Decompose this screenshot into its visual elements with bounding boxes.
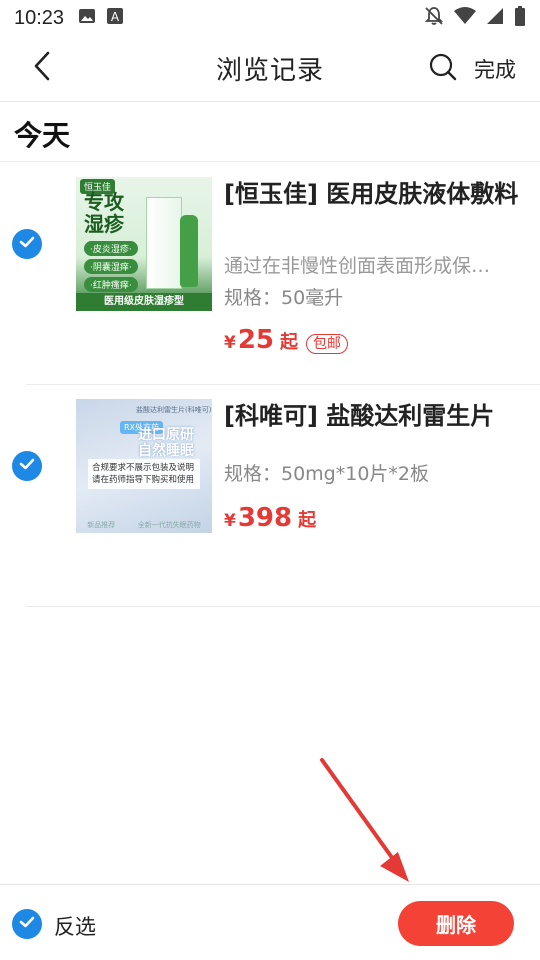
divider — [26, 606, 540, 607]
item-name[interactable]: [科唯可] 盐酸达利雷生片 — [224, 399, 524, 433]
item-spec: 规格：50mg*10片*2板 — [224, 463, 430, 485]
price-suffix: 起 — [298, 510, 317, 531]
price-value: 398 — [237, 503, 293, 533]
list-item[interactable]: 盐酸达利雷生片(科唯可) RX处方药 进口原研 自然睡眠 合规要求不展示包装及说… — [0, 385, 540, 607]
item-description: 通过在非慢性创面表面形成保护层… — [224, 255, 504, 277]
search-button[interactable] — [428, 52, 460, 84]
wifi-icon — [454, 6, 476, 30]
select-invert-checkbox[interactable] — [12, 909, 42, 939]
section-header: 今天 — [0, 102, 540, 162]
item-checkbox[interactable] — [12, 451, 42, 481]
product-thumbnail[interactable]: 盐酸达利雷生片(科唯可) RX处方药 进口原研 自然睡眠 合规要求不展示包装及说… — [76, 399, 212, 533]
delete-button[interactable]: 删除 — [398, 901, 514, 946]
invert-selection-label[interactable]: 反选 — [54, 911, 96, 941]
price-value: 25 — [237, 325, 275, 355]
check-icon — [18, 233, 36, 255]
list-item[interactable]: 恒玉佳 专攻 湿疹 ·皮炎湿疹· ·阴囊湿痒· ·红肿瘙痒· 医用级皮肤湿疹型 … — [0, 163, 540, 385]
price-currency: ¥ — [224, 511, 236, 531]
section-title: 今天 — [14, 119, 71, 152]
free-shipping-badge: 包邮 — [306, 334, 349, 354]
price-suffix: 起 — [280, 332, 299, 353]
search-icon — [428, 53, 458, 86]
status-bar: 10:23 A — [0, 0, 540, 36]
svg-text:A: A — [111, 10, 120, 24]
thumb-top-text: 盐酸达利雷生片(科唯可) — [136, 406, 212, 414]
price-row: ¥ 398 起 — [224, 503, 316, 533]
price-row: ¥ 25 起 包邮 — [224, 325, 349, 355]
product-bottle-image — [180, 215, 198, 287]
thumb-tags: ·皮炎湿疹· ·阴囊湿痒· ·红肿瘙痒· — [84, 241, 138, 292]
thumb-notice: 合规要求不展示包装及说明 请在药师指导下购买和使用 — [88, 459, 200, 489]
thumb-footer: 医用级皮肤湿疹型 — [76, 293, 212, 311]
product-box-image — [146, 197, 182, 289]
thumb-headline: 进口原研 自然睡眠 — [138, 427, 194, 459]
battery-icon — [514, 5, 526, 31]
thumb-headline: 专攻 湿疹 — [84, 190, 124, 236]
price-currency: ¥ — [224, 333, 236, 353]
item-name[interactable]: [恒玉佳] 医用皮肤液体敷料 — [224, 177, 524, 211]
signal-icon — [486, 7, 504, 30]
notification-off-icon — [424, 6, 444, 31]
status-time: 10:23 — [14, 6, 65, 29]
item-checkbox[interactable] — [12, 229, 42, 259]
bottom-action-bar: 反选 删除 — [0, 884, 540, 960]
nav-bar: 浏览记录 完成 — [0, 36, 540, 102]
image-icon — [78, 7, 96, 30]
text-a-icon: A — [106, 7, 124, 30]
check-icon — [18, 455, 36, 477]
check-icon — [18, 913, 36, 935]
thumb-footer: 新品推荐 全新一代抗失眠药物 — [87, 521, 201, 529]
done-button[interactable]: 完成 — [474, 54, 516, 84]
product-thumbnail[interactable]: 恒玉佳 专攻 湿疹 ·皮炎湿疹· ·阴囊湿痒· ·红肿瘙痒· 医用级皮肤湿疹型 — [76, 177, 212, 311]
item-spec: 规格：50毫升 — [224, 287, 344, 309]
